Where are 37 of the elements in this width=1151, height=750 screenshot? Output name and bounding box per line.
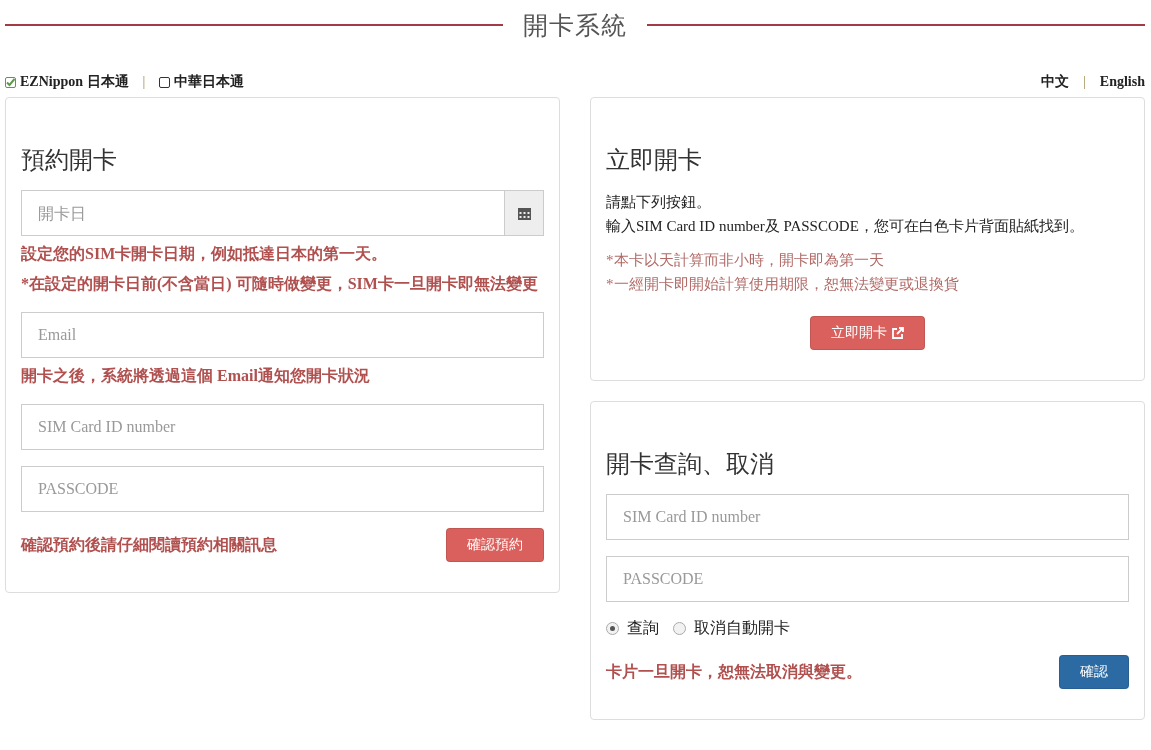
section-title: 立即開卡 [606, 145, 703, 176]
input-field[interactable]: Email [21, 312, 544, 358]
confirm-button[interactable]: 確認 [1059, 655, 1129, 689]
instruction-text: 請點下列按鈕。 [606, 193, 712, 212]
radio-button[interactable] [606, 622, 619, 635]
hint-text: 卡片一旦開卡，恕無法取消與變更。 [606, 662, 862, 682]
language-link[interactable]: 中文 [1041, 73, 1070, 91]
input-field[interactable]: PASSCODE [21, 466, 544, 512]
external-link-icon [891, 326, 904, 340]
language-link[interactable]: English [1099, 74, 1145, 90]
checkbox[interactable] [5, 76, 16, 88]
warning-text: *一經開卡即開始計算使用期限，恕無法變更或退換貨 [606, 275, 960, 294]
hint-text: 設定您的SIM卡開卡日期，例如抵達日本的第一天。 [21, 244, 389, 264]
date-field[interactable]: 開卡日 [21, 190, 504, 236]
radio-button[interactable] [673, 622, 686, 635]
input-field[interactable]: SIM Card ID number [606, 494, 1129, 540]
confirm-reservation-button[interactable]: 確認預約 [446, 528, 544, 562]
hint-text: 確認預約後請仔細閱讀預約相關訊息 [21, 535, 277, 555]
separator-text: | [142, 74, 146, 90]
instruction-text: 輸入SIM Card ID number及 PASSCODE，您可在白色卡片背面貼紙找到。 [606, 217, 1085, 236]
brand-label[interactable]: 中華日本通 [174, 73, 245, 91]
input-field[interactable]: PASSCODE [606, 556, 1129, 602]
activate-now-button[interactable]: 立即開卡 [810, 316, 925, 350]
brand-label[interactable]: EZNippon 日本通 [20, 73, 129, 91]
hint-text: *在設定的開卡日前(不含當日) 可隨時做變更，SIM卡一旦開卡即無法變更 [21, 274, 539, 295]
separator-text: | [1083, 74, 1086, 90]
warning-text: *本卡以天計算而非小時，開卡即為第一天 [606, 251, 885, 270]
calendar-icon [517, 206, 531, 220]
checkbox[interactable] [159, 76, 171, 88]
radio-label[interactable]: 取消自動開卡 [694, 618, 790, 639]
section-title: 預約開卡 [21, 145, 118, 176]
hint-text: 開卡之後，系統將透過這個 Email通知您開卡狀況 [21, 366, 371, 386]
calendar-button[interactable] [504, 190, 544, 236]
page-title: 開卡系統 [523, 9, 627, 42]
section-title: 開卡查詢、取消 [606, 449, 775, 480]
input-field[interactable]: SIM Card ID number [21, 404, 544, 450]
radio-label[interactable]: 查詢 [627, 618, 659, 639]
